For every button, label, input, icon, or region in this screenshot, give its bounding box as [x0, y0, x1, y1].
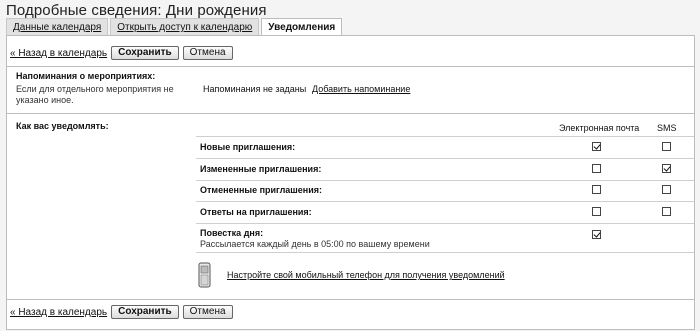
row-divider: [196, 252, 694, 253]
event-reminders-description-2: указано иное.: [16, 95, 74, 105]
new-invitations-label: Новые приглашения:: [200, 142, 296, 152]
save-button-bottom[interactable]: Сохранить: [111, 305, 179, 319]
top-actions: « Назад в календарь Сохранить Отмена: [10, 46, 237, 60]
email-column-header: Электронная почта: [559, 123, 640, 133]
changed-invitations-label: Измененные приглашения:: [200, 164, 322, 174]
tab-bar: Данные календаря Открыть доступ к календ…: [6, 18, 344, 38]
invitation-replies-label: Ответы на приглашения:: [200, 207, 312, 217]
back-to-calendar-link-bottom[interactable]: « Назад в календарь: [10, 307, 107, 318]
invitation-replies-sms-checkbox[interactable]: [662, 207, 671, 216]
cancel-button[interactable]: Отмена: [182, 46, 233, 60]
divider: [6, 113, 694, 114]
cancelled-invitations-sms-checkbox[interactable]: [662, 185, 671, 194]
cancel-button-bottom[interactable]: Отмена: [182, 305, 233, 319]
changed-invitations-sms-checkbox[interactable]: [662, 164, 671, 173]
back-to-calendar-link[interactable]: « Назад в календарь: [10, 48, 107, 59]
notify-heading: Как вас уведомлять:: [16, 121, 109, 131]
event-reminders-heading: Напоминания о мероприятиях:: [16, 71, 156, 81]
cancelled-invitations-label: Отмененные приглашения:: [200, 185, 323, 195]
changed-invitations-email-checkbox[interactable]: [592, 164, 601, 173]
row-divider: [196, 180, 694, 181]
bottom-actions: « Назад в календарь Сохранить Отмена: [10, 305, 237, 319]
cancelled-invitations-email-checkbox[interactable]: [592, 185, 601, 194]
daily-agenda-label: Повестка дня:: [200, 228, 264, 238]
add-reminder-link[interactable]: Добавить напоминание: [312, 84, 410, 94]
sms-column-header: SMS: [657, 123, 677, 133]
row-divider: [196, 158, 694, 159]
page-title: Подробные сведения: Дни рождения: [6, 2, 267, 19]
event-reminders-description: Если для отдельного мероприятия не: [16, 84, 174, 94]
divider: [6, 66, 694, 67]
row-divider: [196, 201, 694, 202]
row-divider: [196, 223, 694, 224]
row-divider: [196, 136, 694, 137]
daily-agenda-description: Рассылается каждый день в 05:00 по вашем…: [200, 239, 430, 249]
divider: [6, 299, 694, 300]
reminders-status: Напоминания не заданы: [203, 84, 307, 94]
invitation-replies-email-checkbox[interactable]: [592, 207, 601, 216]
mobile-phone-icon: [198, 262, 211, 288]
new-invitations-email-checkbox[interactable]: [592, 142, 601, 151]
daily-agenda-email-checkbox[interactable]: [592, 230, 601, 239]
setup-mobile-link[interactable]: Настройте свой мобильный телефон для пол…: [227, 270, 505, 280]
new-invitations-sms-checkbox[interactable]: [662, 142, 671, 151]
save-button[interactable]: Сохранить: [111, 46, 179, 60]
